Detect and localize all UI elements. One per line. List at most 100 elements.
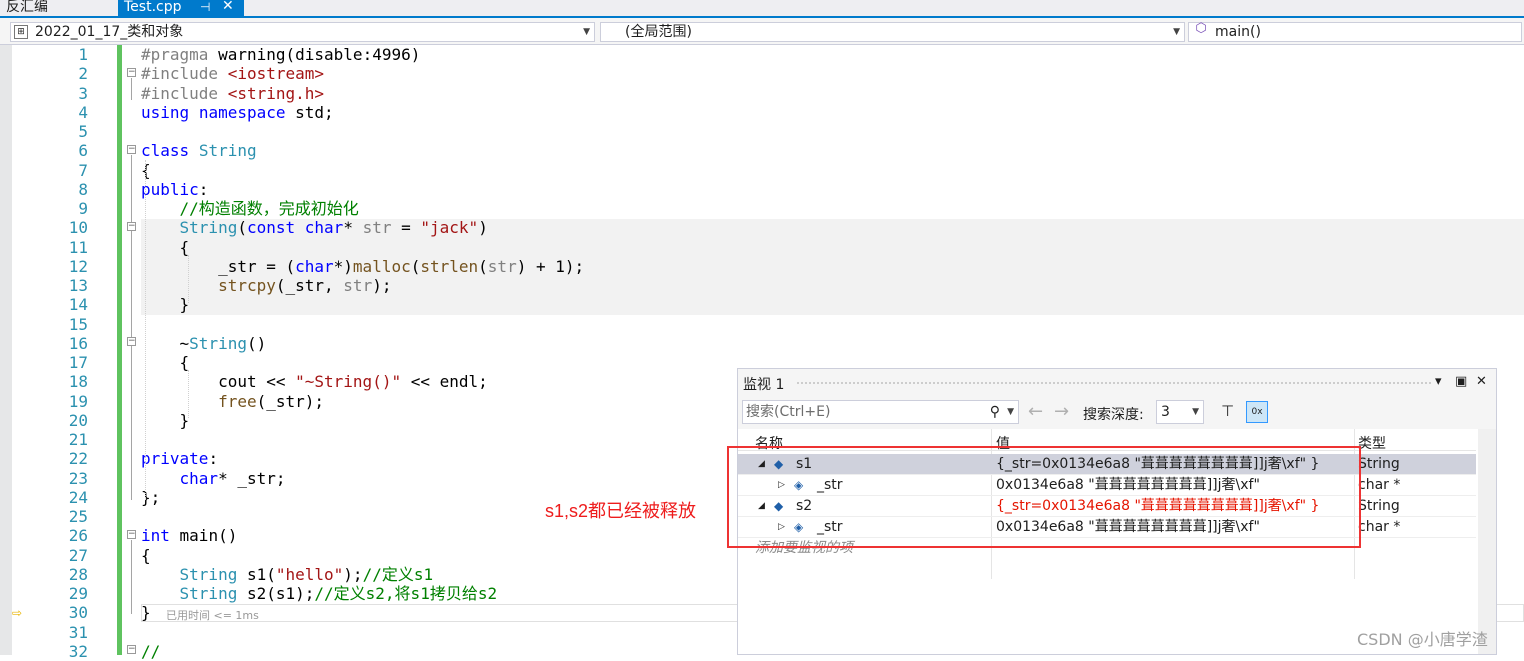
tab-test-cpp[interactable]: Test.cpp ⊣ ✕ <box>118 0 244 16</box>
indent-guide <box>188 255 189 303</box>
code-line[interactable]: String(const char* str = "jack") <box>141 218 488 237</box>
collapse-icon[interactable]: − <box>127 222 136 231</box>
code-line[interactable]: { <box>141 353 190 372</box>
scope-dropdown[interactable]: (全局范围) ▼ <box>600 22 1185 42</box>
line-number: 28 <box>68 564 88 584</box>
line-number: 2 <box>78 64 88 84</box>
watch-type: char * <box>1358 477 1401 493</box>
code-line[interactable]: #include <iostream> <box>141 64 324 83</box>
code-line[interactable]: } <box>141 411 190 430</box>
watch-type: String <box>1358 498 1400 514</box>
line-number: 19 <box>68 391 88 411</box>
chevron-down-icon[interactable]: ▼ <box>1007 401 1014 423</box>
line-number: 29 <box>68 584 88 603</box>
line-number: 9 <box>78 199 88 218</box>
code-line[interactable]: { <box>141 238 190 257</box>
arrow-right-icon[interactable]: → <box>1054 401 1069 422</box>
code-line[interactable]: #include <string.h> <box>141 84 324 103</box>
line-number: 31 <box>68 622 88 642</box>
indent-guide <box>188 370 189 418</box>
collapse-icon[interactable]: − <box>127 530 136 539</box>
code-line[interactable]: using namespace std; <box>141 103 334 122</box>
fold-guide <box>131 78 132 100</box>
line-number: 12 <box>68 256 88 276</box>
collapse-icon[interactable]: − <box>127 145 136 154</box>
title-drag-grip[interactable] <box>796 381 1431 385</box>
project-icon: ⊞ <box>14 25 28 39</box>
line-number: 10 <box>68 218 88 238</box>
search-depth-select[interactable]: 3 ▼ <box>1156 400 1204 424</box>
tab-label: Test.cpp <box>124 0 182 15</box>
code-line[interactable]: int main() <box>141 526 237 545</box>
line-number: 6 <box>78 141 88 161</box>
highlight-rectangle <box>727 446 1361 548</box>
tab-disassembly[interactable]: 反汇编 <box>0 0 118 16</box>
code-line[interactable]: String s1("hello");//定义s1 <box>141 565 434 584</box>
code-line[interactable]: #pragma warning(disable:4996) <box>141 45 420 64</box>
code-line[interactable]: free(_str); <box>141 392 324 411</box>
code-line[interactable]: char* _str; <box>141 469 286 488</box>
code-line[interactable]: strcpy(_str, str); <box>141 276 391 295</box>
line-number: 15 <box>68 314 88 334</box>
line-number: 30 <box>68 603 88 623</box>
line-number: 26 <box>68 526 88 546</box>
watch-type: char * <box>1358 519 1401 535</box>
indent-guide <box>145 160 146 500</box>
line-number: 17 <box>68 353 88 372</box>
change-tracking-bar <box>117 45 122 655</box>
line-number: 23 <box>68 468 88 488</box>
maximize-icon[interactable]: ▣ <box>1455 374 1467 389</box>
code-line[interactable]: }; <box>141 488 160 507</box>
tab-label: 反汇编 <box>6 0 48 15</box>
member-name: main() <box>1215 24 1261 40</box>
watch-title: 监视 1 <box>743 377 785 393</box>
close-icon[interactable]: ✕ <box>222 0 234 13</box>
pin-icon[interactable]: ⊣ <box>200 0 210 14</box>
watch-search-input[interactable]: 搜索(Ctrl+E) ⚲ ▼ <box>742 400 1019 424</box>
line-number: 25 <box>68 507 88 526</box>
close-icon[interactable]: ✕ <box>1476 374 1487 389</box>
chevron-down-icon: ▼ <box>1173 27 1180 37</box>
code-line[interactable]: // <box>141 642 160 661</box>
fold-guide <box>131 540 132 614</box>
code-line[interactable]: { <box>141 546 151 565</box>
window-menu-icon[interactable]: ▾ <box>1435 374 1442 389</box>
line-number: 13 <box>68 276 88 295</box>
code-line[interactable]: } <box>141 295 190 314</box>
arrow-left-icon[interactable]: ← <box>1028 401 1043 422</box>
pin-source-icon[interactable]: ⊤ <box>1221 402 1234 420</box>
chevron-down-icon: ▼ <box>1192 407 1199 417</box>
vertical-scrollbar[interactable] <box>1478 429 1496 654</box>
code-line[interactable]: //构造函数，完成初始化 <box>141 199 359 218</box>
code-line[interactable]: } <box>141 603 151 622</box>
code-line[interactable]: cout << "~String()" << endl; <box>141 372 488 391</box>
collapse-icon[interactable]: − <box>127 645 136 654</box>
line-number: 14 <box>68 295 88 315</box>
scope-name: (全局范围) <box>625 24 692 40</box>
code-line[interactable]: ~String() <box>141 334 267 353</box>
project-dropdown[interactable]: ⊞ 2022_01_17_类和对象 ▼ <box>10 22 595 42</box>
line-number: 7 <box>78 160 88 180</box>
chevron-down-icon: ▼ <box>583 27 590 37</box>
annotation-text: s1,s2都已经被释放 <box>545 501 697 521</box>
code-line[interactable]: _str = (char*)malloc(strlen(str) + 1); <box>141 257 584 276</box>
search-icon[interactable]: ⚲ <box>990 401 1000 423</box>
member-dropdown[interactable]: ⬡ main() <box>1188 22 1522 42</box>
line-number: 27 <box>68 545 88 565</box>
code-line[interactable]: String s2(s1);//定义s2,将s1拷贝给s2 <box>141 584 498 603</box>
code-line[interactable]: private: <box>141 449 218 468</box>
line-number: 16 <box>68 333 88 353</box>
collapse-icon[interactable]: − <box>127 337 136 346</box>
line-number: 1 <box>78 45 88 64</box>
line-number: 11 <box>68 237 88 257</box>
collapse-icon[interactable]: − <box>127 68 136 77</box>
line-number: 4 <box>78 102 88 122</box>
hex-display-icon[interactable]: 0x <box>1246 401 1268 423</box>
code-line[interactable]: public: <box>141 180 208 199</box>
fold-guide <box>131 155 132 500</box>
glyph-margin[interactable] <box>0 45 12 655</box>
line-number: 22 <box>68 449 88 469</box>
line-number: 8 <box>78 179 88 199</box>
search-depth-label: 搜索深度: <box>1083 407 1144 423</box>
code-line[interactable]: class String <box>141 141 257 160</box>
